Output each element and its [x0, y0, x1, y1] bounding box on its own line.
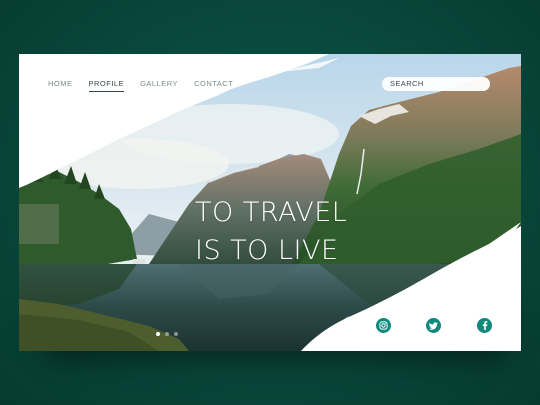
- twitter-icon: [429, 321, 438, 330]
- top-navigation: HOME PROFILE GALLERY CONTACT: [48, 79, 233, 92]
- nav-profile[interactable]: PROFILE: [88, 79, 125, 92]
- hero-headline-line1: TO TRAVEL: [195, 197, 348, 228]
- hero-headline-line2: IS TO LIVE: [195, 235, 339, 266]
- nav-contact[interactable]: CONTACT: [194, 79, 233, 92]
- facebook-icon: [482, 321, 487, 330]
- twitter-button[interactable]: [426, 318, 441, 333]
- hero-headline: TO TRAVEL IS TO LIVE: [195, 194, 347, 270]
- slider-dot-1[interactable]: [156, 332, 160, 336]
- nav-home[interactable]: HOME: [48, 79, 73, 92]
- slider-dot-3[interactable]: [174, 332, 178, 336]
- instagram-icon: [379, 321, 388, 330]
- instagram-button[interactable]: [376, 318, 391, 333]
- slider-dot-2[interactable]: [165, 332, 169, 336]
- landing-card: HOME PROFILE GALLERY CONTACT SEARCH TO T…: [19, 54, 521, 351]
- search-input[interactable]: SEARCH: [382, 77, 490, 91]
- nav-gallery[interactable]: GALLERY: [140, 79, 178, 92]
- facebook-button[interactable]: [477, 318, 492, 333]
- slider-dots: [156, 332, 178, 336]
